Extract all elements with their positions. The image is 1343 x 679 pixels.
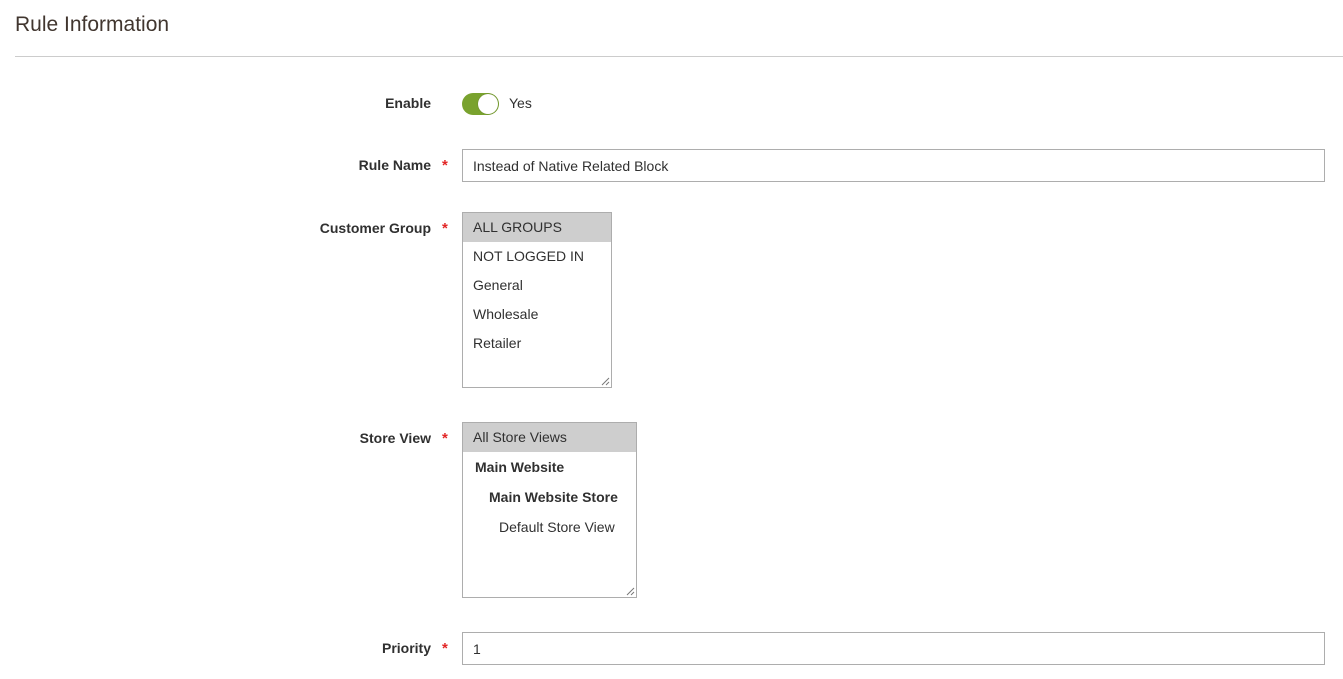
store-view-multiselect[interactable]: All Store Views Main Website Main Websit… <box>462 422 637 598</box>
customer-group-option[interactable]: Wholesale <box>463 300 611 329</box>
customer-group-multiselect[interactable]: ALL GROUPS NOT LOGGED IN General Wholesa… <box>462 212 612 388</box>
section-title: Rule Information <box>15 13 170 36</box>
store-view-required-mark: * <box>442 430 448 447</box>
rule-name-required-mark: * <box>442 157 448 174</box>
customer-group-required-mark: * <box>442 220 448 237</box>
store-view-website-group: Main Website <box>475 459 565 475</box>
store-view-option-default[interactable]: Default Store View <box>463 512 636 542</box>
section-divider <box>15 56 1343 57</box>
priority-label: Priority <box>381 640 431 656</box>
store-view-label: Store View <box>359 430 431 446</box>
toggle-knob <box>478 94 498 114</box>
priority-required-mark: * <box>442 640 448 657</box>
rule-name-input[interactable] <box>462 149 1325 182</box>
store-view-store-group: Main Website Store <box>489 489 618 505</box>
customer-group-option[interactable]: General <box>463 271 611 300</box>
customer-group-option[interactable]: ALL GROUPS <box>463 213 611 242</box>
customer-group-option[interactable]: Retailer <box>463 329 611 358</box>
priority-input[interactable] <box>462 632 1325 665</box>
rule-information-page: Rule Information Enable Yes Rule Name * … <box>0 0 1343 679</box>
customer-group-label: Customer Group <box>319 220 431 236</box>
rule-name-label: Rule Name <box>358 157 431 173</box>
resize-grip-icon[interactable] <box>626 587 635 596</box>
store-view-option-all[interactable]: All Store Views <box>463 423 636 452</box>
enable-toggle-value: Yes <box>509 95 532 111</box>
customer-group-option[interactable]: NOT LOGGED IN <box>463 242 611 271</box>
enable-label: Enable <box>385 95 431 111</box>
enable-toggle[interactable] <box>462 93 499 115</box>
resize-grip-icon[interactable] <box>601 377 610 386</box>
